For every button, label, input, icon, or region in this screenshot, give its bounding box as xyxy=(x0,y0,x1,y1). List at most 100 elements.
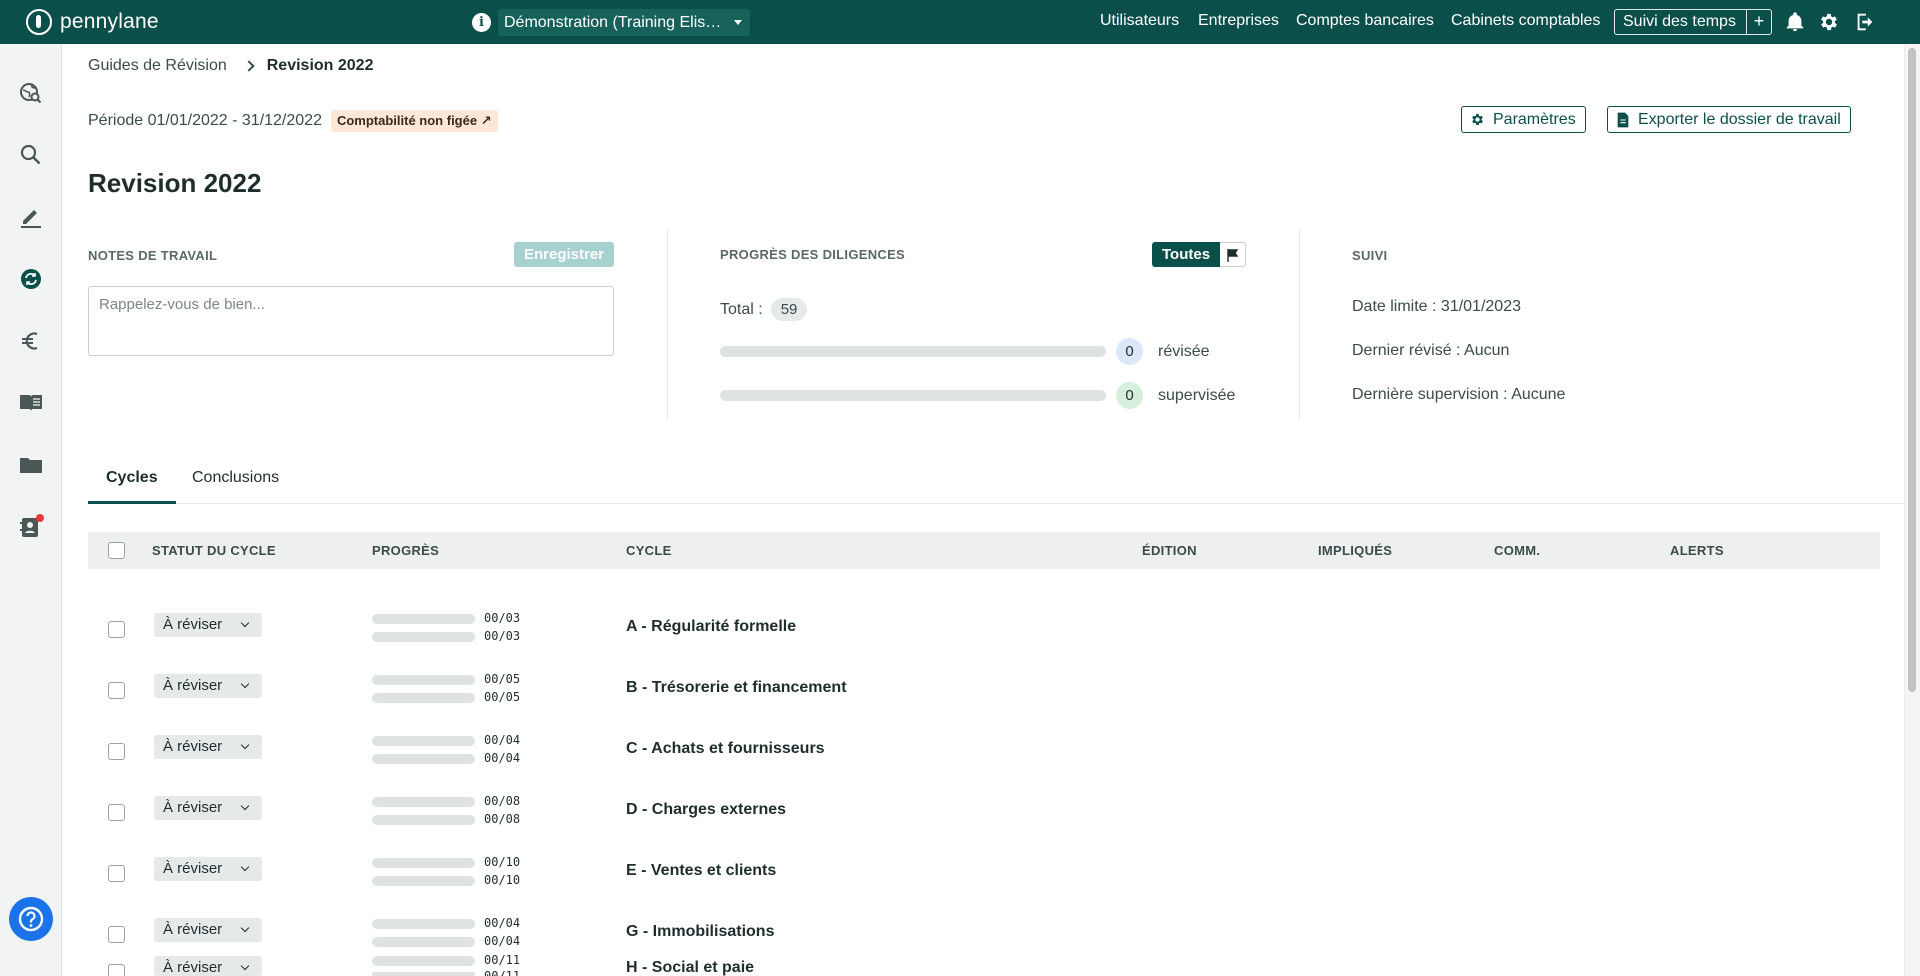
header-comments[interactable]: COMM. xyxy=(1494,543,1540,558)
supervision-ratio: 00/04 xyxy=(484,934,521,948)
header-alerts[interactable]: ALERTS xyxy=(1670,543,1724,558)
nav-users[interactable]: Utilisateurs xyxy=(1100,12,1179,30)
cycle-name[interactable]: B - Trésorerie et financement xyxy=(626,679,847,697)
question-icon xyxy=(18,906,44,932)
review-ratio: 00/04 xyxy=(484,916,521,930)
filter-all-button[interactable]: Toutes xyxy=(1152,242,1221,267)
time-tracking-button[interactable]: Suivi des temps xyxy=(1615,13,1746,31)
euro-icon[interactable] xyxy=(18,328,44,354)
cycle-name[interactable]: A - Régularité formelle xyxy=(626,618,796,636)
company-select[interactable]: Démonstration (Training Elis… xyxy=(498,9,750,36)
breadcrumb-parent-link[interactable]: Guides de Révision xyxy=(88,57,227,75)
status-select[interactable]: À réviser xyxy=(154,735,262,759)
help-button[interactable] xyxy=(9,897,53,941)
header-edition[interactable]: ÉDITION xyxy=(1142,543,1197,558)
header-status[interactable]: STATUT DU CYCLE xyxy=(152,543,276,558)
status-select[interactable]: À réviser xyxy=(154,857,262,881)
notes-label: NOTES DE TRAVAIL xyxy=(88,248,218,263)
notes-textarea[interactable]: Rappelez-vous de bien... xyxy=(88,286,614,356)
chevron-down-icon xyxy=(240,961,250,971)
bell-icon[interactable] xyxy=(1784,11,1806,33)
row-checkbox[interactable] xyxy=(108,964,125,976)
table-header: STATUT DU CYCLE PROGRÈS CYCLE ÉDITION IM… xyxy=(88,532,1880,569)
row-checkbox[interactable] xyxy=(108,926,125,943)
supervision-progress-bar xyxy=(372,693,475,703)
chevron-down-icon xyxy=(240,862,250,872)
divider xyxy=(667,230,668,420)
top-bar: pennylane i Démonstration (Training Elis… xyxy=(0,0,1920,44)
review-progress-bar xyxy=(372,919,475,929)
table-row[interactable]: À réviser 00/04 00/04 C - Achats et four… xyxy=(88,720,1880,781)
header-involved[interactable]: IMPLIQUÉS xyxy=(1318,543,1392,558)
chevron-down-icon xyxy=(240,801,250,811)
flag-icon xyxy=(1227,249,1239,262)
header-progress[interactable]: PROGRÈS xyxy=(372,543,439,558)
cycle-name[interactable]: H - Social et paie xyxy=(626,959,754,976)
filter-flag-button[interactable] xyxy=(1220,242,1247,267)
sidebar xyxy=(0,44,62,976)
table-row[interactable]: À réviser 00/10 00/10 E - Ventes et clie… xyxy=(88,842,1880,903)
supervised-count: 0 xyxy=(1116,382,1143,409)
suivi-label: SUIVI xyxy=(1352,248,1388,263)
edit-icon[interactable] xyxy=(18,204,44,230)
save-notes-button[interactable]: Enregistrer xyxy=(514,242,614,267)
supervision-progress-bar xyxy=(372,754,475,764)
table-row[interactable]: À réviser 00/11 00/11 H - Social et paie xyxy=(88,953,1880,976)
breadcrumb: Guides de Révision Revision 2022 xyxy=(88,57,373,75)
book-icon[interactable] xyxy=(18,390,44,416)
header-cycle[interactable]: CYCLE xyxy=(626,543,672,558)
chevron-down-icon xyxy=(240,740,250,750)
nav-companies[interactable]: Entreprises xyxy=(1198,12,1279,30)
row-checkbox[interactable] xyxy=(108,804,125,821)
company-select-value: Démonstration (Training Elis… xyxy=(504,13,722,31)
cycle-name[interactable]: D - Charges externes xyxy=(626,801,786,819)
gear-icon[interactable] xyxy=(1818,11,1840,33)
nav-bank-accounts[interactable]: Comptes bancaires xyxy=(1296,12,1434,30)
logout-icon[interactable] xyxy=(1854,11,1876,33)
row-checkbox[interactable] xyxy=(108,743,125,760)
period-label: Période 01/01/2022 - 31/12/2022 xyxy=(88,112,322,129)
add-time-button[interactable]: + xyxy=(1746,10,1771,34)
status-select[interactable]: À réviser xyxy=(154,918,262,942)
contact-icon[interactable] xyxy=(18,514,44,540)
tab-conclusions[interactable]: Conclusions xyxy=(174,466,297,504)
accounting-status-badge[interactable]: Comptabilité non figée ↗ xyxy=(330,110,498,132)
search-icon[interactable] xyxy=(18,142,44,168)
cycle-name[interactable]: E - Ventes et clients xyxy=(626,862,776,880)
table-row[interactable]: À réviser 00/03 00/03 A - Régularité for… xyxy=(88,598,1880,659)
scrollbar-thumb[interactable] xyxy=(1908,48,1916,692)
status-select[interactable]: À réviser xyxy=(154,674,262,698)
status-value: À réviser xyxy=(163,860,223,877)
info-icon[interactable]: i xyxy=(472,13,491,32)
folder-icon[interactable] xyxy=(18,452,44,478)
globe-search-icon[interactable] xyxy=(18,80,44,106)
supervision-ratio: 00/03 xyxy=(484,629,521,643)
status-select[interactable]: À réviser xyxy=(154,956,262,976)
export-button-label: Exporter le dossier de travail xyxy=(1638,110,1841,128)
nav-accounting-firms-label: Cabinets comptables xyxy=(1451,12,1601,29)
row-checkbox[interactable] xyxy=(108,621,125,638)
export-button[interactable]: Exporter le dossier de travail xyxy=(1607,106,1851,133)
cycle-name[interactable]: C - Achats et fournisseurs xyxy=(626,740,825,758)
chevron-down-icon xyxy=(240,679,250,689)
supervision-progress-bar xyxy=(372,632,475,642)
table-row[interactable]: À réviser 00/08 00/08 D - Charges extern… xyxy=(88,781,1880,842)
review-ratio: 00/08 xyxy=(484,794,521,808)
review-ratio: 00/05 xyxy=(484,672,521,686)
status-select[interactable]: À réviser xyxy=(154,796,262,820)
tab-cycles[interactable]: Cycles xyxy=(88,466,176,504)
pennylane-logo[interactable]: pennylane xyxy=(26,9,159,35)
nav-accounting-firms[interactable]: Cabinets comptables xyxy=(1451,12,1600,30)
chevron-down-icon xyxy=(240,618,250,628)
cycle-name[interactable]: G - Immobilisations xyxy=(626,923,774,941)
settings-button[interactable]: Paramètres xyxy=(1461,106,1586,133)
revision-cycle-icon[interactable] xyxy=(18,266,44,292)
table-row[interactable]: À réviser 00/05 00/05 B - Trésorerie et … xyxy=(88,659,1880,720)
status-select[interactable]: À réviser xyxy=(154,613,262,637)
last-review: Dernier révisé : Aucun xyxy=(1352,342,1510,359)
row-checkbox[interactable] xyxy=(108,865,125,882)
table-row[interactable]: À réviser 00/04 00/04 G - Immobilisation… xyxy=(88,903,1880,964)
row-checkbox[interactable] xyxy=(108,682,125,699)
reviewed-label: révisée xyxy=(1158,343,1210,360)
select-all-checkbox[interactable] xyxy=(108,542,125,559)
